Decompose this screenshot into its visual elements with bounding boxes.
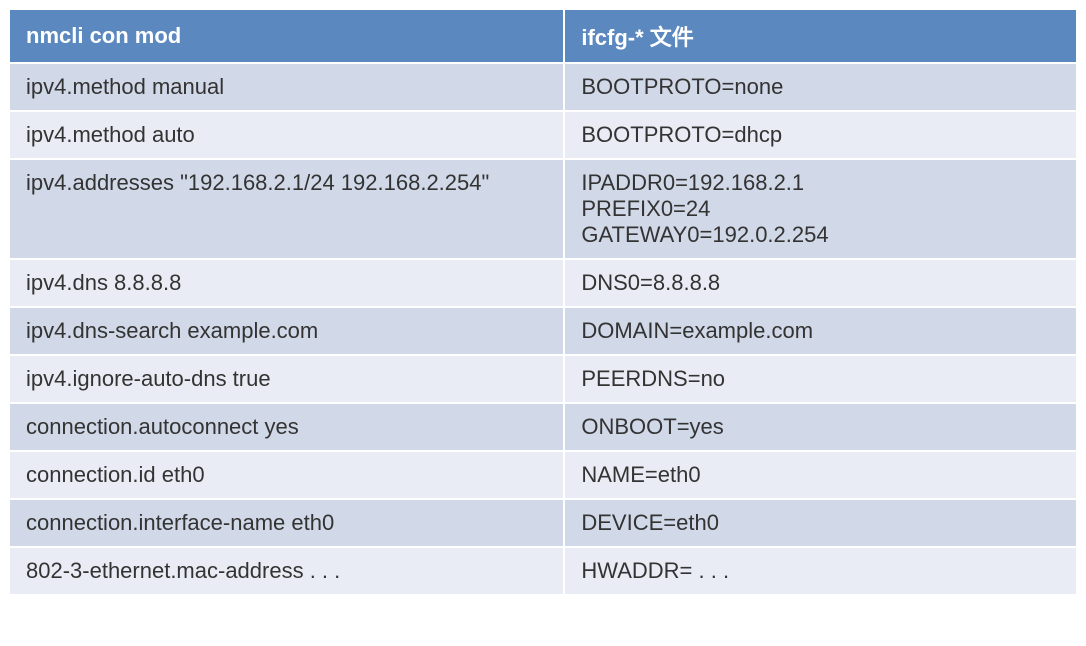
- table-row: ipv4.dns-search example.com DOMAIN=examp…: [9, 307, 1077, 355]
- cell-col1: ipv4.dns 8.8.8.8: [9, 259, 564, 307]
- table-row: ipv4.method auto BOOTPROTO=dhcp: [9, 111, 1077, 159]
- cell-col1: connection.autoconnect yes: [9, 403, 564, 451]
- table-row: 802-3-ethernet.mac-address . . . HWADDR=…: [9, 547, 1077, 595]
- cell-col1: ipv4.dns-search example.com: [9, 307, 564, 355]
- cell-col1: ipv4.ignore-auto-dns true: [9, 355, 564, 403]
- table-row: ipv4.dns 8.8.8.8 DNS0=8.8.8.8: [9, 259, 1077, 307]
- cell-col1: 802-3-ethernet.mac-address . . .: [9, 547, 564, 595]
- table-row: ipv4.addresses "192.168.2.1/24 192.168.2…: [9, 159, 1077, 259]
- cell-col2: IPADDR0=192.168.2.1 PREFIX0=24 GATEWAY0=…: [564, 159, 1077, 259]
- cell-col2: HWADDR= . . .: [564, 547, 1077, 595]
- cell-col2: PEERDNS=no: [564, 355, 1077, 403]
- table-row: connection.interface-name eth0 DEVICE=et…: [9, 499, 1077, 547]
- cell-col1: connection.id eth0: [9, 451, 564, 499]
- cell-col2: DEVICE=eth0: [564, 499, 1077, 547]
- cell-col1: ipv4.method auto: [9, 111, 564, 159]
- cell-col1: ipv4.addresses "192.168.2.1/24 192.168.2…: [9, 159, 564, 259]
- table-row: ipv4.method manual BOOTPROTO=none: [9, 63, 1077, 111]
- table-header-row: nmcli con mod ifcfg-* 文件: [9, 9, 1077, 63]
- header-col1: nmcli con mod: [9, 9, 564, 63]
- nmcli-ifcfg-mapping-table: nmcli con mod ifcfg-* 文件 ipv4.method man…: [8, 8, 1078, 596]
- table-row: connection.autoconnect yes ONBOOT=yes: [9, 403, 1077, 451]
- cell-col2: BOOTPROTO=dhcp: [564, 111, 1077, 159]
- cell-col2: NAME=eth0: [564, 451, 1077, 499]
- cell-col2: DOMAIN=example.com: [564, 307, 1077, 355]
- cell-col1: ipv4.method manual: [9, 63, 564, 111]
- header-col2: ifcfg-* 文件: [564, 9, 1077, 63]
- cell-col2: DNS0=8.8.8.8: [564, 259, 1077, 307]
- cell-col2: ONBOOT=yes: [564, 403, 1077, 451]
- cell-col2: BOOTPROTO=none: [564, 63, 1077, 111]
- table-row: connection.id eth0 NAME=eth0: [9, 451, 1077, 499]
- table-row: ipv4.ignore-auto-dns true PEERDNS=no: [9, 355, 1077, 403]
- cell-col1: connection.interface-name eth0: [9, 499, 564, 547]
